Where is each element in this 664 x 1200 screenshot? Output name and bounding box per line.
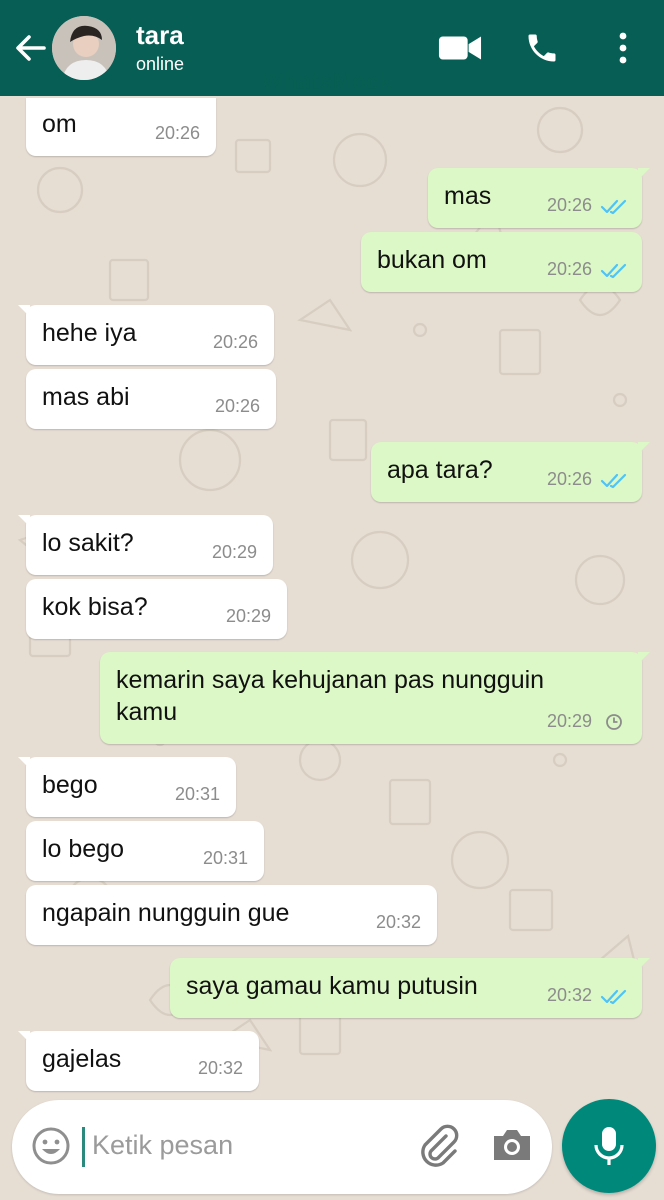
message-outgoing[interactable]: kemarin saya kehujanan pas nungguin kamu… <box>100 652 650 744</box>
more-vert-icon <box>619 32 627 64</box>
avatar-image <box>52 16 116 80</box>
message-incoming[interactable]: lo sakit? 20:29 <box>18 515 273 575</box>
avatar[interactable] <box>52 16 116 80</box>
message-text: hehe iya <box>42 319 137 347</box>
message-incoming[interactable]: lo bego 20:31 <box>26 821 264 881</box>
message-outgoing[interactable]: mas 20:26 <box>428 168 650 228</box>
message-text: lo bego <box>42 835 125 863</box>
contact-name[interactable]: tara <box>136 20 184 51</box>
emoji-button[interactable] <box>30 1125 72 1167</box>
message-time: 20:32 <box>197 1058 243 1078</box>
message-outgoing[interactable]: bukan om 20:26 <box>361 232 642 292</box>
message-time: 20:32 <box>546 985 592 1005</box>
message-input[interactable]: Ketik pesan <box>92 1130 233 1161</box>
message-time: 20:31 <box>174 784 220 804</box>
more-options-button[interactable] <box>600 28 646 68</box>
message-incoming[interactable]: om 20:26 <box>26 98 216 156</box>
mic-button[interactable] <box>562 1099 656 1193</box>
back-button[interactable] <box>10 28 50 68</box>
clock-icon <box>606 714 622 730</box>
message-text: saya gamau kamu putusin <box>186 972 478 1000</box>
message-incoming[interactable]: bego 20:31 <box>18 757 236 817</box>
message-text: om <box>42 110 77 138</box>
message-time: 20:26 <box>546 259 592 279</box>
camera-icon <box>494 1130 530 1160</box>
voice-call-button[interactable] <box>520 28 564 68</box>
emoji-icon <box>32 1127 70 1165</box>
message-text: bego <box>42 771 98 799</box>
message-text: kok bisa? <box>42 593 148 621</box>
message-text: kemarin saya kehujanan pas nungguin kamu <box>116 666 545 726</box>
text-cursor <box>82 1127 85 1167</box>
paperclip-icon <box>421 1124 459 1167</box>
message-time: 20:29 <box>546 711 592 731</box>
message-time: 20:26 <box>154 123 200 143</box>
attach-button[interactable] <box>416 1122 462 1168</box>
message-text: mas abi <box>42 383 130 411</box>
message-text: ngapain nungguin gue <box>42 899 290 927</box>
message-text: bukan om <box>377 246 487 274</box>
message-text: mas <box>444 182 492 210</box>
message-composer: Ketik pesan <box>12 1100 552 1194</box>
message-time: 20:29 <box>225 606 271 626</box>
message-time: 20:26 <box>212 332 258 352</box>
message-time: 20:32 <box>375 912 421 932</box>
message-time: 20:31 <box>202 848 248 868</box>
message-incoming[interactable]: gajelas 20:32 <box>18 1031 259 1091</box>
phone-icon <box>528 34 556 62</box>
message-outgoing[interactable]: saya gamau kamu putusin 20:32 <box>170 958 650 1018</box>
camera-button[interactable] <box>490 1124 534 1166</box>
contact-status: online <box>136 54 185 74</box>
arrow-back-icon <box>16 35 46 61</box>
message-time: 20:26 <box>214 396 260 416</box>
message-incoming[interactable]: kok bisa? 20:29 <box>26 579 287 639</box>
message-time: 20:26 <box>546 195 592 215</box>
message-incoming[interactable]: mas abi 20:26 <box>26 369 276 429</box>
double-check-icon <box>600 473 627 489</box>
message-incoming[interactable]: ngapain nungguin gue 20:32 <box>26 885 437 945</box>
message-incoming[interactable]: hehe iya 20:26 <box>18 305 274 365</box>
double-check-icon <box>600 263 627 279</box>
message-outgoing[interactable]: apa tara? 20:26 <box>371 442 650 502</box>
video-call-icon <box>438 36 482 60</box>
message-text: gajelas <box>42 1045 122 1073</box>
message-text: apa tara? <box>387 456 493 484</box>
message-text: lo sakit? <box>42 529 134 557</box>
double-check-icon <box>600 199 627 215</box>
message-time: 20:29 <box>211 542 257 562</box>
video-call-button[interactable] <box>438 28 482 68</box>
watermark: WhatsMock <box>262 68 393 94</box>
mic-icon <box>594 1127 624 1165</box>
message-time: 20:26 <box>546 469 592 489</box>
double-check-icon <box>600 989 627 1005</box>
